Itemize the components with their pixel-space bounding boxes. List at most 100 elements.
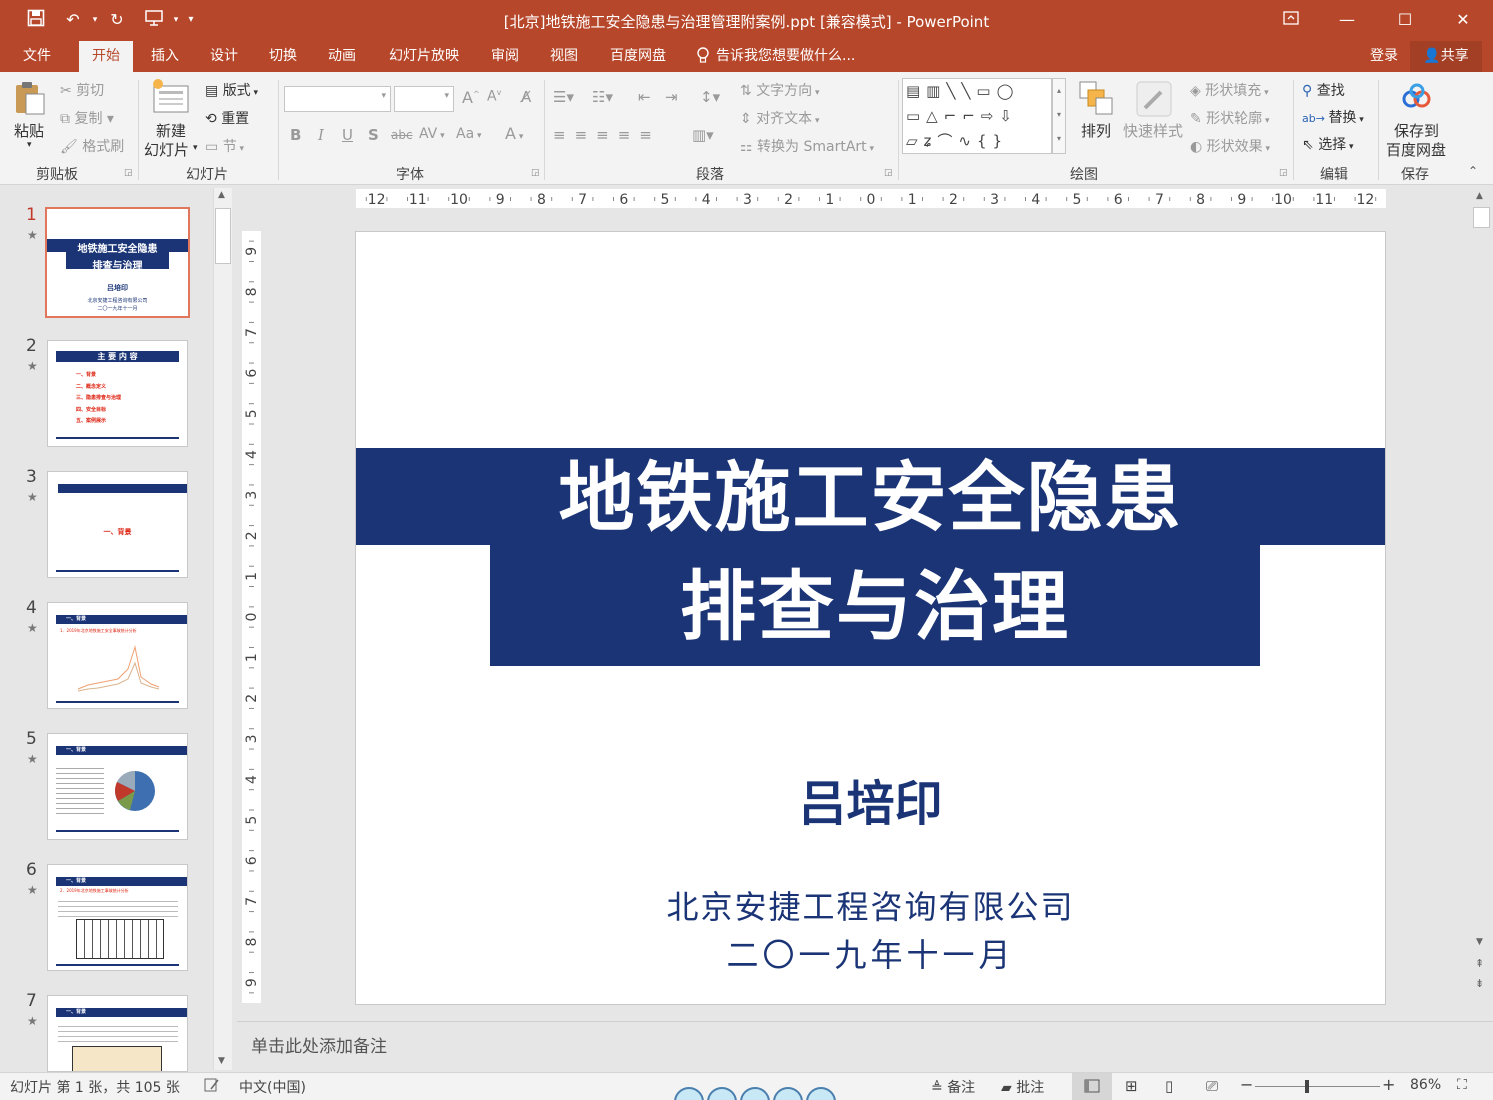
find-button[interactable]: ⚲ 查找 [1302, 80, 1345, 100]
minimize-icon[interactable]: — [1332, 6, 1362, 34]
decrease-indent-icon[interactable]: ⇤ [638, 88, 651, 106]
shrink-font-icon[interactable]: Av [487, 88, 501, 105]
slide-thumbnail-4[interactable]: 一、背景 1．2019年北京地铁施工安全事故统计分析 [47, 602, 188, 709]
tab-review[interactable]: 审阅 [480, 41, 530, 72]
section-button[interactable]: ▭ 节 ▾ [205, 136, 244, 156]
scroll-down-icon[interactable]: ▼ [218, 1056, 225, 1066]
character-spacing-button[interactable]: AV ▾ [419, 126, 445, 142]
ribbon-display-options-icon[interactable] [1276, 6, 1306, 34]
new-slide-label-2[interactable]: 幻灯片 [144, 139, 189, 160]
clear-formatting-icon[interactable]: A̸ [521, 88, 531, 106]
arrange-button[interactable]: 排列 [1081, 120, 1111, 141]
clipboard-launcher-icon[interactable]: ◲ [124, 168, 133, 178]
slide-thumbnail-2[interactable]: 主 要 内 容 一、背景 二、概念定义 三、隐患排查与治理 四、安全目标 五、案… [47, 340, 188, 447]
slide-author[interactable]: 吕培印 [356, 764, 1385, 834]
copy-button[interactable]: ⧉ 复制 ▾ [60, 108, 114, 128]
shapes-scroll[interactable]: ▴ ▾ ▾ [1052, 78, 1066, 154]
slide-sorter-icon[interactable]: ⊞ [1125, 1077, 1138, 1095]
slide-thumbnail-1[interactable]: 地铁施工安全隐患 排查与治理 吕培印 北京安捷工程咨询有限公司 二〇一九年十一月 [45, 207, 190, 318]
bullets-icon[interactable]: ☰▾ [553, 88, 574, 106]
reset-button[interactable]: ⟲ 重置 [205, 108, 249, 128]
increase-indent-icon[interactable]: ⇥ [665, 88, 678, 106]
format-painter-button[interactable]: 🖌 格式刷 [60, 136, 124, 156]
strikethrough-button[interactable]: abc [391, 128, 413, 142]
layout-button[interactable]: ▤ 版式 ▾ [205, 80, 258, 100]
paste-dropdown-icon[interactable]: ▾ [27, 140, 32, 150]
editor-scrollbar[interactable]: ▲ ▼ ⇞ ⇟ [1472, 189, 1491, 997]
drawing-launcher-icon[interactable]: ◲ [1279, 168, 1288, 178]
tab-transitions[interactable]: 切换 [258, 41, 308, 72]
numbering-icon[interactable]: ☷▾ [592, 88, 613, 106]
font-name-input[interactable]: ▾ [284, 86, 391, 112]
align-text-button[interactable]: ⇕ 对齐文本 ▾ [740, 108, 820, 128]
maximize-icon[interactable]: ☐ [1390, 6, 1420, 34]
reading-view-icon[interactable]: ▯ [1165, 1077, 1173, 1095]
next-slide-icon[interactable]: ⇟ [1475, 977, 1484, 990]
tab-insert[interactable]: 插入 [140, 41, 190, 72]
tab-animations[interactable]: 动画 [317, 41, 367, 72]
quick-styles-button[interactable]: 快速样式 [1123, 120, 1183, 141]
slide-thumbnail-3[interactable]: 一、背景 [47, 471, 188, 578]
slide-organization[interactable]: 北京安捷工程咨询有限公司 [356, 882, 1385, 928]
normal-view-button[interactable] [1072, 1073, 1112, 1100]
new-slide-dropdown-icon[interactable]: ▾ [193, 143, 198, 153]
share-button[interactable]: 👤共享 [1410, 41, 1482, 72]
zoom-slider[interactable] [1255, 1086, 1380, 1087]
tab-file[interactable]: 文件 [10, 41, 64, 72]
shadow-button[interactable]: S [368, 126, 379, 144]
paste-icon[interactable] [14, 80, 46, 116]
notes-button[interactable]: ≜ 备注 [931, 1077, 975, 1097]
notes-placeholder[interactable]: 单击此处添加备注 [251, 1032, 387, 1057]
sign-in-link[interactable]: 登录 [1362, 41, 1406, 72]
baidu-cloud-icon[interactable] [1400, 82, 1434, 112]
save-to-baidu-label-1[interactable]: 保存到 [1394, 120, 1439, 141]
paste-button[interactable]: 粘贴 [14, 120, 44, 141]
text-direction-button[interactable]: ⇅ 文字方向 ▾ [740, 80, 820, 100]
scroll-thumb[interactable] [1473, 207, 1490, 228]
close-icon[interactable]: ✕ [1448, 6, 1478, 34]
change-case-button[interactable]: Aa ▾ [456, 126, 482, 142]
cut-button[interactable]: ✂ 剪切 [60, 80, 104, 100]
fit-to-window-icon[interactable]: ⛶ [1457, 1077, 1467, 1093]
line-spacing-icon[interactable]: ↕▾ [700, 88, 720, 106]
slideshow-view-icon[interactable]: ⎚ [1206, 1077, 1218, 1095]
new-slide-label-1[interactable]: 新建 [156, 120, 186, 141]
underline-button[interactable]: U [342, 126, 353, 144]
convert-smartart-button[interactable]: ⚏ 转换为 SmartArt ▾ [740, 136, 874, 156]
slide-thumbnail-6[interactable]: 一、背景 2．2019年北京地铁施工事故统计分析 [47, 864, 188, 971]
shape-effects-button[interactable]: ◐ 形状效果 ▾ [1190, 136, 1270, 156]
arrange-icon[interactable] [1078, 80, 1114, 116]
scroll-thumb[interactable] [215, 208, 231, 264]
scroll-up-icon[interactable]: ▲ [1476, 191, 1483, 201]
tab-baidu-netdisk[interactable]: 百度网盘 [600, 41, 676, 72]
zoom-out-icon[interactable]: − [1240, 1075, 1253, 1094]
new-slide-icon[interactable] [150, 78, 192, 116]
previous-slide-icon[interactable]: ⇞ [1475, 957, 1484, 970]
shape-outline-button[interactable]: ✎ 形状轮廓 ▾ [1190, 108, 1270, 128]
scroll-up-icon[interactable]: ▲ [218, 190, 225, 200]
font-launcher-icon[interactable]: ◲ [531, 168, 540, 178]
alignment-icons[interactable]: ≡≡≡≡≡ [553, 126, 661, 144]
slide-title-line-1[interactable]: 地铁施工安全隐患 [356, 450, 1385, 546]
save-to-baidu-label-2[interactable]: 百度网盘 [1386, 139, 1446, 160]
tab-view[interactable]: 视图 [539, 41, 589, 72]
spell-check-icon[interactable] [204, 1077, 220, 1097]
tab-design[interactable]: 设计 [199, 41, 249, 72]
notes-pane[interactable]: 单击此处添加备注 [237, 1021, 1493, 1072]
zoom-in-icon[interactable]: + [1382, 1075, 1395, 1094]
scroll-down-icon[interactable]: ▼ [1476, 937, 1483, 947]
grow-font-icon[interactable]: A^ [462, 88, 480, 107]
collapse-ribbon-icon[interactable]: ⌃ [1468, 164, 1478, 178]
comments-button[interactable]: ▰ 批注 [1001, 1077, 1044, 1097]
slide-title-line-2[interactable]: 排查与治理 [490, 559, 1260, 655]
select-button[interactable]: ⇖ 选择 ▾ [1302, 134, 1354, 154]
slide-canvas[interactable]: 地铁施工安全隐患 排查与治理 吕培印 北京安捷工程咨询有限公司 二〇一九年十一月 [355, 231, 1386, 1005]
font-color-button[interactable]: A ▾ [505, 124, 523, 143]
shape-fill-button[interactable]: ◈ 形状填充 ▾ [1190, 80, 1269, 100]
zoom-slider-thumb[interactable] [1305, 1080, 1310, 1093]
thumbnail-scrollbar[interactable]: ▲ ▼ [213, 188, 232, 1070]
columns-icon[interactable]: ▥▾ [692, 126, 714, 144]
replace-button[interactable]: ab→ 替换 ▾ [1302, 107, 1364, 127]
slide-date[interactable]: 二〇一九年十一月 [356, 930, 1385, 976]
bold-button[interactable]: B [290, 126, 301, 144]
